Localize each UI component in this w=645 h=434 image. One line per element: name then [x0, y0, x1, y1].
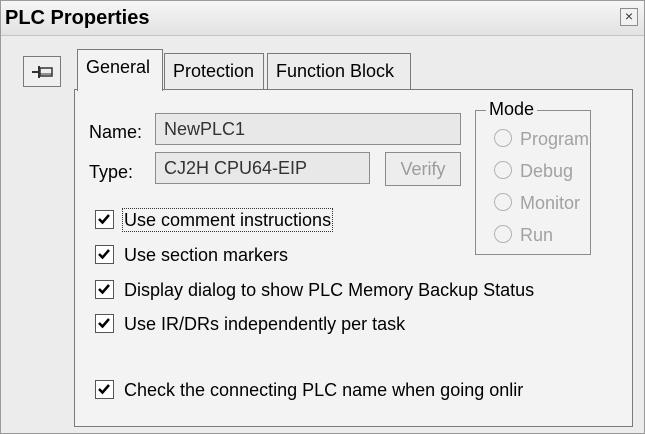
radio-monitor-label: Monitor [520, 193, 581, 213]
radio-program[interactable]: Program [494, 129, 589, 150]
tab-function-block[interactable]: Function Block [267, 53, 411, 89]
radio-debug[interactable]: Debug [494, 161, 573, 182]
radio-circle-icon [494, 129, 512, 147]
mode-group: Mode Program Debug Monitor Run [475, 99, 591, 255]
checkbox-use-section-markers[interactable]: Use section markers [95, 245, 288, 266]
tab-general[interactable]: General [77, 49, 163, 91]
radio-monitor[interactable]: Monitor [494, 193, 580, 214]
type-field[interactable]: CJ2H CPU64-EIP [155, 152, 370, 184]
checkbox-label: Use IR/DRs independently per task [124, 314, 406, 334]
general-panel: Name: NewPLC1 Type: CJ2H CPU64-EIP Verif… [74, 89, 633, 427]
checkbox-label: Display dialog to show PLC Memory Backup… [124, 280, 535, 300]
tab-protection[interactable]: Protection [164, 53, 264, 89]
checkbox-checked-icon [95, 314, 114, 333]
tab-general-label: General [86, 57, 151, 77]
radio-run-label: Run [520, 225, 554, 245]
type-label: Type: [89, 162, 134, 182]
checkbox-display-backup-status[interactable]: Display dialog to show PLC Memory Backup… [95, 280, 534, 301]
plc-properties-dialog: PLC Properties × General Protection Func… [0, 0, 645, 434]
radio-circle-icon [494, 161, 512, 179]
pin-button[interactable] [23, 56, 61, 87]
name-field[interactable]: NewPLC1 [155, 113, 461, 145]
radio-program-label: Program [520, 129, 590, 149]
tab-protection-label: Protection [173, 61, 255, 81]
checkbox-use-comment-instructions[interactable]: Use comment instructions [95, 208, 334, 232]
mode-legend: Mode [486, 99, 538, 120]
checkbox-label: Check the connecting PLC name when going… [124, 380, 524, 400]
checkbox-checked-icon [95, 210, 114, 229]
close-button[interactable]: × [620, 8, 638, 26]
radio-circle-icon [494, 193, 512, 211]
title-bar: PLC Properties × [1, 1, 644, 36]
radio-debug-label: Debug [520, 161, 574, 181]
name-label: Name: [89, 122, 143, 142]
tab-function-block-label: Function Block [276, 61, 395, 81]
checkbox-checked-icon [95, 280, 114, 299]
checkbox-label: Use section markers [124, 245, 289, 265]
window-title: PLC Properties [5, 7, 150, 29]
radio-run[interactable]: Run [494, 225, 553, 246]
checkbox-checked-icon [95, 245, 114, 264]
checkbox-checked-icon [95, 380, 114, 399]
pin-icon [32, 66, 53, 78]
checkbox-use-ir-drs[interactable]: Use IR/DRs independently per task [95, 314, 405, 335]
checkbox-label: Use comment instructions [121, 208, 334, 232]
checkbox-check-plc-name[interactable]: Check the connecting PLC name when going… [95, 380, 523, 401]
verify-button[interactable]: Verify [385, 152, 461, 186]
radio-circle-icon [494, 225, 512, 243]
